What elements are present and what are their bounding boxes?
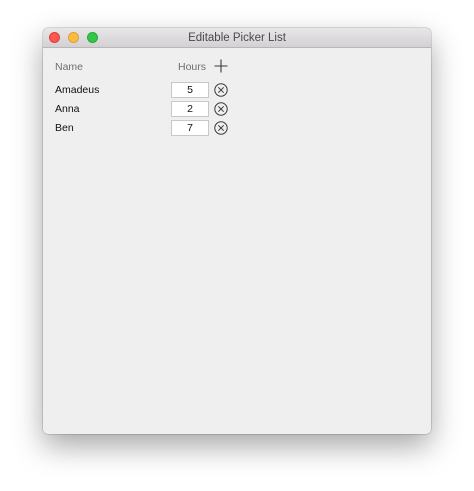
list-item: Anna xyxy=(43,101,431,119)
hours-field[interactable] xyxy=(171,82,209,98)
title-bar[interactable]: Editable Picker List xyxy=(43,28,431,48)
close-window-button[interactable] xyxy=(49,32,60,43)
app-window: Editable Picker List Name Hours Amadeus … xyxy=(43,28,431,434)
row-name: Anna xyxy=(55,103,80,115)
hours-field[interactable] xyxy=(171,120,209,136)
hours-field[interactable] xyxy=(171,101,209,117)
circled-x-icon xyxy=(214,83,228,97)
picker-list: Name Hours Amadeus Anna xyxy=(43,48,431,434)
remove-row-button[interactable] xyxy=(214,102,228,116)
remove-row-button[interactable] xyxy=(214,121,228,135)
window-title: Editable Picker List xyxy=(188,32,286,44)
circled-x-icon xyxy=(214,121,228,135)
circled-x-icon xyxy=(214,102,228,116)
row-name: Amadeus xyxy=(55,84,100,96)
column-header-name: Name xyxy=(55,61,84,73)
minimize-window-button[interactable] xyxy=(68,32,79,43)
plus-icon xyxy=(214,59,228,73)
row-name: Ben xyxy=(55,122,74,134)
list-item: Ben xyxy=(43,120,431,138)
remove-row-button[interactable] xyxy=(214,83,228,97)
add-row-button[interactable] xyxy=(213,58,229,74)
column-header-hours: Hours xyxy=(178,61,207,73)
list-item: Amadeus xyxy=(43,82,431,100)
maximize-window-button[interactable] xyxy=(87,32,98,43)
